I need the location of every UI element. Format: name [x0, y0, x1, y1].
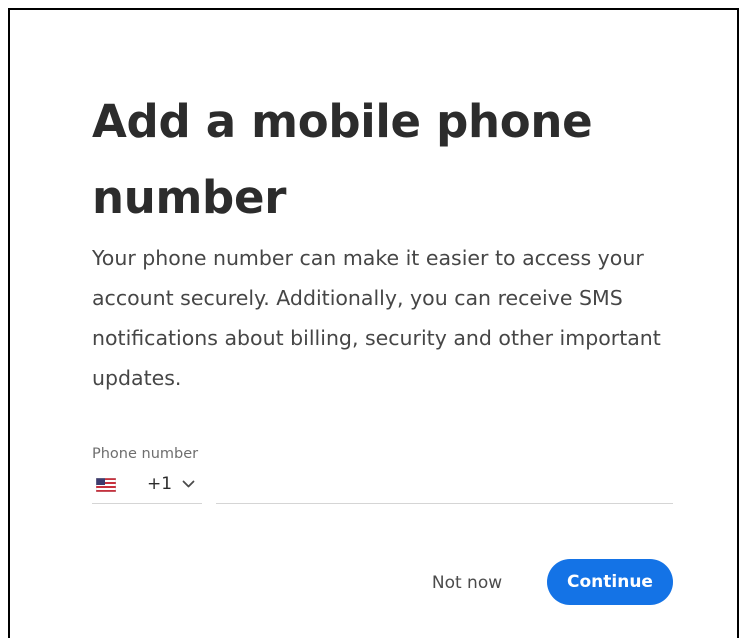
not-now-button[interactable]: Not now — [412, 560, 522, 606]
chevron-down-icon — [182, 480, 195, 488]
dial-code: +1 — [147, 474, 173, 494]
dialog: Add a mobile phone number Your phone num… — [8, 8, 739, 638]
country-code-select[interactable]: +1 — [92, 468, 202, 504]
dialog-title: Add a mobile phone number — [92, 95, 593, 224]
phone-number-input[interactable] — [216, 468, 673, 504]
us-flag-icon — [96, 478, 116, 492]
dialog-description: Your phone number can make it easier to … — [92, 246, 661, 390]
continue-button[interactable]: Continue — [547, 559, 673, 605]
phone-number-label: Phone number — [92, 446, 199, 462]
